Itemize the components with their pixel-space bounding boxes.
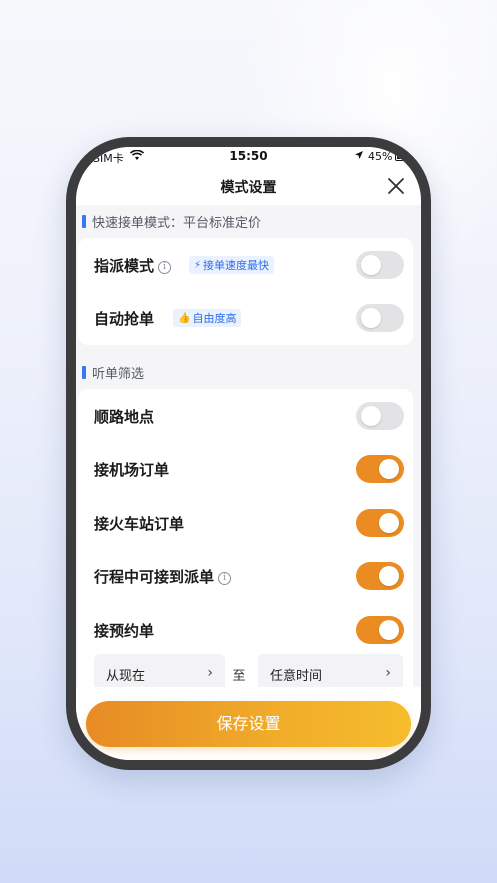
setting-row-along-route: 顺路地点 — [78, 396, 413, 436]
setting-label: 接火车站订单 — [94, 514, 185, 533]
location-arrow-icon — [354, 150, 364, 163]
auto-grab-toggle[interactable] — [356, 304, 404, 332]
toggle-knob — [379, 513, 399, 533]
setting-row-dispatch-mode: 指派模式 i ⚡ 接单速度最快 — [78, 245, 413, 285]
battery-icon — [395, 152, 411, 161]
toggle-knob — [361, 406, 381, 426]
setting-row-in-trip-dispatch: 行程中可接到派单 i — [78, 556, 413, 596]
section-title-filter: 听单筛选 — [82, 362, 144, 382]
thumbs-up-icon: 👍 — [178, 312, 191, 324]
train-orders-toggle[interactable] — [356, 509, 404, 537]
toggle-knob — [379, 620, 399, 640]
setting-row-train-orders: 接火车站订单 — [78, 503, 413, 543]
section-title-fast: 快速接单模式：平台标准定价 — [82, 211, 261, 231]
speed-tag-label: 接单速度最快 — [203, 259, 270, 272]
phone-screen: 无SIM卡 15:50 45% 模式设置 快速接单模式：平台标准定价 指派模式 i… — [76, 147, 421, 760]
close-icon — [388, 178, 404, 194]
to-time-value: 任意时间 — [270, 668, 323, 684]
section-marker — [82, 214, 86, 228]
section-title-text: 听单筛选 — [92, 366, 145, 382]
section-marker — [82, 365, 86, 379]
toggle-knob — [361, 255, 381, 275]
setting-label: 自动抢单 — [94, 309, 155, 328]
setting-label: 行程中可接到派单 i — [94, 566, 232, 587]
freedom-tag: 👍 自由度高 — [173, 309, 242, 327]
along-route-toggle[interactable] — [356, 402, 404, 430]
chevron-right-icon: › — [385, 665, 391, 681]
close-button[interactable] — [385, 175, 407, 197]
battery-percent: 45% — [368, 150, 393, 163]
dispatch-mode-toggle[interactable] — [356, 251, 404, 279]
setting-label: 指派模式 i — [94, 255, 172, 276]
setting-label: 接机场订单 — [94, 460, 170, 479]
setting-row-auto-grab: 自动抢单 👍 自由度高 — [78, 298, 413, 338]
toggle-knob — [379, 459, 399, 479]
fast-mode-card: 指派模式 i ⚡ 接单速度最快 自动抢单 👍 自由度高 — [78, 238, 413, 345]
toggle-knob — [379, 566, 399, 586]
page-title: 模式设置 — [220, 180, 277, 196]
range-separator: 至 — [232, 669, 246, 684]
airport-orders-toggle[interactable] — [356, 455, 404, 483]
reservation-orders-toggle[interactable] — [356, 616, 404, 644]
setting-label: 顺路地点 — [94, 407, 155, 426]
setting-row-reservation-orders: 接预约单 — [78, 610, 413, 650]
section-title-text: 快速接单模式：平台标准定价 — [92, 215, 262, 231]
speed-tag: ⚡ 接单速度最快 — [189, 256, 275, 274]
info-icon[interactable]: i — [158, 260, 172, 274]
setting-label: 接预约单 — [94, 621, 155, 640]
toggle-knob — [361, 308, 381, 328]
freedom-tag-label: 自由度高 — [192, 312, 237, 325]
from-time-value: 从现在 — [106, 668, 146, 684]
status-bar: 无SIM卡 15:50 45% — [76, 147, 421, 169]
lightning-icon: ⚡ — [194, 259, 202, 271]
setting-row-airport-orders: 接机场订单 — [78, 449, 413, 489]
nav-header: 模式设置 — [76, 169, 421, 205]
save-settings-button[interactable]: 保存设置 — [86, 701, 411, 747]
in-trip-dispatch-toggle[interactable] — [356, 562, 404, 590]
chevron-right-icon: › — [207, 665, 213, 681]
info-icon[interactable]: i — [218, 571, 232, 585]
